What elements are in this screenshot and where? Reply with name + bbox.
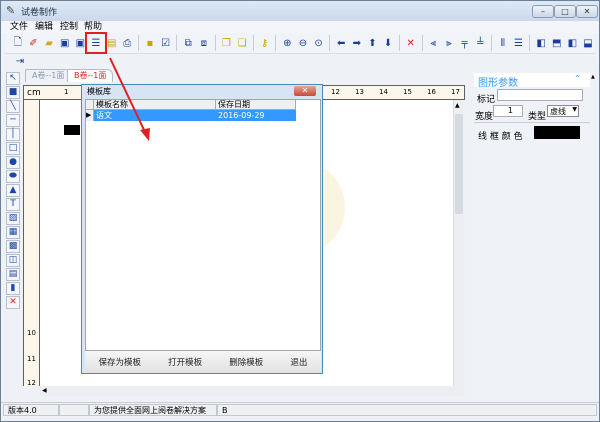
arrow-head (140, 128, 150, 141)
arrow-line (109, 57, 146, 133)
annotation-arrow (109, 57, 150, 141)
